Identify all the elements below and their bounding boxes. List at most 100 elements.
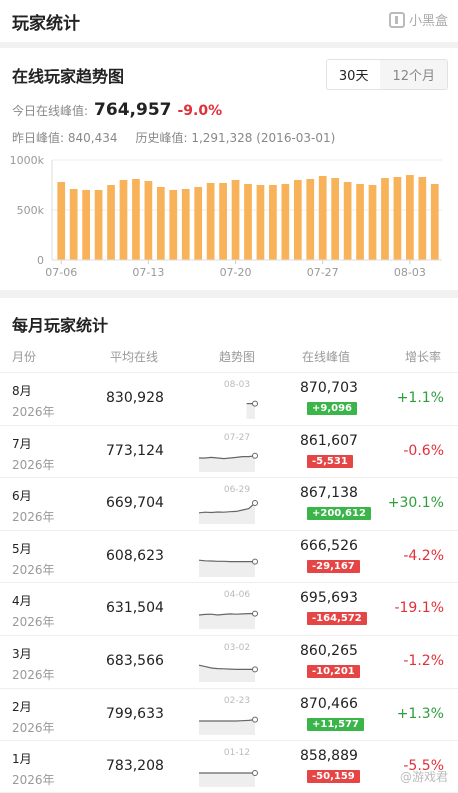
table-row[interactable]: 3月 2026年 683,566 860,265 -10,201 -1.2% 03-02 [0, 634, 458, 688]
row-growth-rate: +1.3% [396, 705, 444, 722]
trend-bar[interactable] [194, 187, 203, 260]
row-avg-online: 783,208 [106, 758, 164, 775]
trend-bar[interactable] [269, 185, 277, 260]
row-growth-rate: -19.1% [394, 600, 444, 617]
trend-bar[interactable] [169, 190, 178, 260]
range-30-days-tab[interactable]: 30天 [326, 60, 381, 89]
trend-bar[interactable] [82, 190, 90, 260]
today-peak-label: 今日在线峰值: [12, 104, 89, 118]
row-avg-online: 830,928 [106, 390, 164, 406]
row-sparkline: 04-06 [198, 590, 258, 630]
trend-bar[interactable] [119, 180, 128, 260]
trend-bar[interactable] [107, 185, 115, 260]
row-month: 8月 [12, 384, 32, 398]
sparkline-line [198, 559, 255, 562]
yesterday-peak: 昨日峰值: 840,434 [12, 131, 118, 145]
row-year: 2026年 [12, 562, 55, 577]
sparkline-area [199, 613, 255, 630]
x-tick-label: 08-03 [394, 266, 426, 279]
table-row[interactable]: 2月 2026年 799,633 870,466 +11,577 +1.3% 02-23 [0, 687, 458, 741]
trend-bar[interactable] [318, 176, 327, 260]
range-toggle: 30天 12个月 [325, 59, 448, 90]
table-row[interactable]: 5月 2026年 608,623 666,526 -29,167 -4.2% [0, 529, 458, 583]
sparkline-peak-date: 02-23 [224, 696, 250, 706]
trend-bar[interactable] [393, 177, 402, 260]
trend-bar[interactable] [331, 178, 340, 260]
monthly-table-body: 8月 2026年 830,928 870,703 +9,096 +1.1% 08-03 7月 2… [0, 372, 458, 793]
row-growth-rate: +30.1% [387, 495, 444, 512]
y-tick-label: 500k [17, 204, 45, 217]
trend-card: 在线玩家趋势图 30天 12个月 今日在线峰值: 764,957 -9.0% 昨… [0, 48, 458, 290]
table-row[interactable]: 7月 2026年 773,124 861,607 -5,531 -0.6% 07-27 [0, 424, 458, 478]
watermark: @游戏君 [399, 770, 448, 784]
trend-bar[interactable] [281, 184, 290, 260]
row-year: 2026年 [12, 405, 55, 419]
trend-bar[interactable] [356, 184, 364, 260]
row-peak-online: 870,466 [300, 695, 358, 712]
table-row[interactable]: 6月 2026年 669,704 867,138 +200,612 +30.1% 06-29 [0, 477, 458, 530]
row-sparkline [198, 558, 258, 577]
row-sparkline: 02-23 [199, 696, 258, 735]
today-peak-change: -9.0% [177, 103, 223, 119]
range-12-months-tab[interactable]: 12个月 [380, 60, 447, 89]
trend-bar[interactable] [144, 181, 153, 260]
trend-bar[interactable] [132, 179, 140, 260]
header-trend: 趋势图 [219, 350, 256, 364]
sparkline-peak-date: 08-03 [224, 380, 250, 390]
table-row[interactable]: 1月 2026年 783,208 858,889 -50,159 -5.5% 01-12 [0, 740, 458, 793]
y-tick-label: 0 [37, 254, 44, 267]
trend-bar[interactable] [406, 175, 414, 260]
trend-bar[interactable] [430, 184, 439, 260]
trend-bar[interactable] [206, 183, 215, 260]
row-peak-delta-badge: +11,577 [307, 717, 364, 731]
sparkline-area [199, 773, 255, 788]
trend-bar[interactable] [244, 184, 252, 260]
top-bar: 玩家统计 小黑盒 [0, 0, 458, 42]
row-peak-online: 870,703 [300, 380, 358, 396]
sparkline-area [199, 665, 255, 682]
header-avg: 平均在线 [110, 350, 159, 364]
row-peak-delta-badge: -5,531 [307, 454, 353, 468]
row-avg-online: 799,633 [106, 705, 164, 722]
trend-bar[interactable] [381, 178, 389, 260]
row-sparkline: 03-02 [198, 643, 258, 682]
row-year: 2026年 [12, 615, 55, 630]
table-row[interactable]: 8月 2026年 830,928 870,703 +9,096 +1.1% 08-03 [0, 372, 458, 425]
sparkline-end-dot [252, 666, 258, 673]
row-year: 2026年 [12, 773, 55, 788]
trend-bar[interactable] [306, 179, 315, 260]
row-peak-online: 861,607 [300, 432, 358, 449]
sparkline-end-dot [252, 558, 258, 565]
sparkline-peak-date: 01-12 [224, 748, 250, 758]
row-avg-online: 683,566 [106, 652, 164, 669]
row-peak-online: 860,265 [300, 642, 358, 659]
trend-bar[interactable] [156, 187, 165, 260]
trend-bar[interactable] [293, 180, 302, 260]
table-row[interactable]: 4月 2026年 631,504 695,693 -164,572 -19.1% 04-06 [0, 582, 458, 635]
row-sparkline: 06-29 [198, 485, 258, 525]
row-peak-online: 695,693 [300, 590, 358, 607]
sparkline-area [199, 559, 255, 577]
trend-bar[interactable] [57, 182, 66, 260]
header-peak: 在线峰值 [302, 350, 351, 364]
trend-bar[interactable] [343, 182, 352, 260]
row-growth-rate: +1.1% [396, 390, 444, 406]
sparkline-peak-date: 07-27 [224, 433, 250, 443]
y-tick-label: 1000k [10, 154, 45, 167]
row-peak-delta-badge: -164,572 [307, 612, 367, 626]
trend-bar[interactable] [181, 189, 190, 260]
trend-bar[interactable] [368, 185, 377, 260]
row-year: 2026年 [12, 720, 55, 735]
trend-bar[interactable] [231, 180, 240, 260]
sparkline-line [199, 718, 256, 722]
row-month: 1月 [12, 752, 32, 767]
trend-bar[interactable] [256, 185, 265, 260]
trend-bar[interactable] [69, 189, 78, 260]
trend-bar[interactable] [418, 177, 427, 260]
trend-bar[interactable] [219, 183, 227, 260]
row-avg-online: 608,623 [106, 547, 164, 564]
sparkline-end-dot [252, 400, 258, 407]
trend-bar[interactable] [94, 190, 103, 260]
trend-bar-chart: 0 500k 1000k 07-06 07-13 07-20 07-27 08-03 [10, 154, 442, 279]
brand-logo[interactable]: 小黑盒 [388, 10, 448, 29]
